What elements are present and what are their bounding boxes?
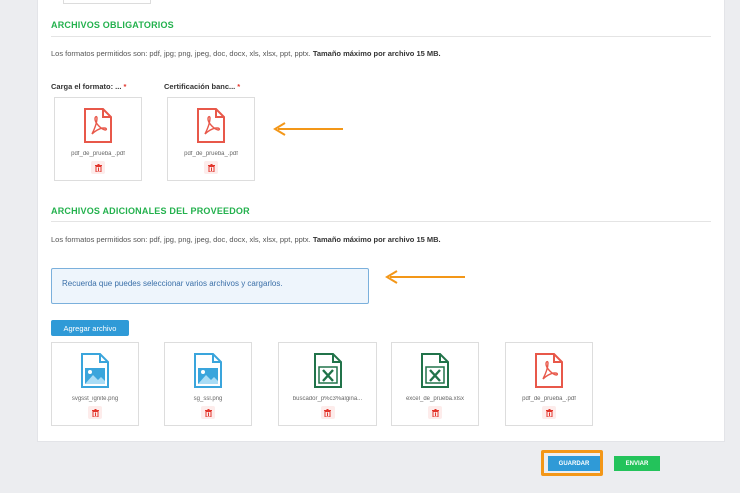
delete-button[interactable] — [201, 406, 215, 419]
field-label-format: Carga el formato: ... * — [51, 82, 126, 91]
file-card-bank-certification[interactable]: pdf_de_prueba_.pdf — [167, 97, 255, 181]
arrow-left-icon — [273, 122, 343, 136]
trash-icon — [207, 163, 215, 172]
additional-formats-note: Los formatos permitidos son: pdf, jpg, p… — [51, 235, 441, 244]
file-card[interactable]: sg_ssl.png — [164, 342, 252, 426]
save-button[interactable]: GUARDAR — [548, 456, 600, 471]
delete-button[interactable] — [542, 406, 556, 419]
trash-icon — [204, 408, 212, 417]
delete-button[interactable] — [428, 406, 442, 419]
previous-field-edge — [63, 0, 151, 4]
delete-button[interactable] — [88, 406, 102, 419]
file-name: pdf_de_prueba_.pdf — [71, 151, 125, 157]
required-formats-note: Los formatos permitidos son: pdf, jpg; p… — [51, 49, 441, 58]
max-size-text: Tamaño máximo por archivo 15 MB. — [312, 235, 441, 244]
excel-icon — [421, 353, 449, 388]
formats-text: Los formatos permitidos son: pdf, jpg; p… — [51, 49, 311, 58]
required-marker: * — [237, 82, 241, 91]
trash-icon — [94, 163, 102, 172]
trash-icon — [545, 408, 553, 417]
delete-button[interactable] — [91, 161, 105, 174]
file-card-format[interactable]: pdf_de_prueba_.pdf — [54, 97, 142, 181]
file-card[interactable]: buscador_p%c3%algina... — [278, 342, 377, 426]
required-marker: * — [123, 82, 127, 91]
send-button[interactable]: ENVIAR — [614, 456, 660, 471]
trash-icon — [324, 408, 331, 417]
max-size-text: Tamaño máximo por archivo 15 MB. — [312, 49, 441, 58]
file-card[interactable]: excel_de_prueba.xlsx — [391, 342, 479, 426]
trash-icon — [431, 408, 439, 417]
file-name: svgsst_ignite.png — [71, 396, 119, 402]
field-label-bank-certification: Certificación banc... * — [164, 82, 240, 91]
delete-button[interactable] — [204, 161, 218, 174]
delete-button[interactable] — [320, 406, 335, 419]
file-name: pdf_de_prueba_.pdf — [184, 151, 238, 157]
pdf-icon — [197, 108, 225, 143]
file-name: excel_de_prueba.xlsx — [405, 396, 465, 402]
file-card[interactable]: svgsst_ignite.png — [51, 342, 139, 426]
file-card[interactable]: pdf_de_prueba_.pdf — [505, 342, 593, 426]
pdf-icon — [535, 353, 563, 388]
add-file-button[interactable]: Agregar archivo — [51, 320, 129, 336]
arrow-left-icon — [385, 270, 465, 284]
required-files-title: ARCHIVOS OBLIGATORIOS — [51, 20, 174, 30]
section-divider — [51, 36, 711, 37]
multi-upload-notice: Recuerda que puedes seleccionar varios a… — [51, 268, 369, 304]
formats-text: Los formatos permitidos son: pdf, jpg, p… — [51, 235, 311, 244]
trash-icon — [91, 408, 99, 417]
field-label-text: Certificación banc... — [164, 82, 236, 91]
notice-text: Recuerda que puedes seleccionar varios a… — [62, 279, 283, 288]
image-icon — [81, 353, 109, 388]
pdf-icon — [84, 108, 112, 143]
image-icon — [194, 353, 222, 388]
excel-icon — [313, 353, 342, 388]
file-name: sg_ssl.png — [193, 396, 223, 402]
section-divider — [51, 221, 711, 222]
field-label-text: Carga el formato: ... — [51, 82, 122, 91]
file-name: pdf_de_prueba_.pdf — [522, 396, 576, 402]
additional-files-title: ARCHIVOS ADICIONALES DEL PROVEEDOR — [51, 206, 250, 216]
file-name: buscador_p%c3%algina... — [292, 396, 363, 402]
